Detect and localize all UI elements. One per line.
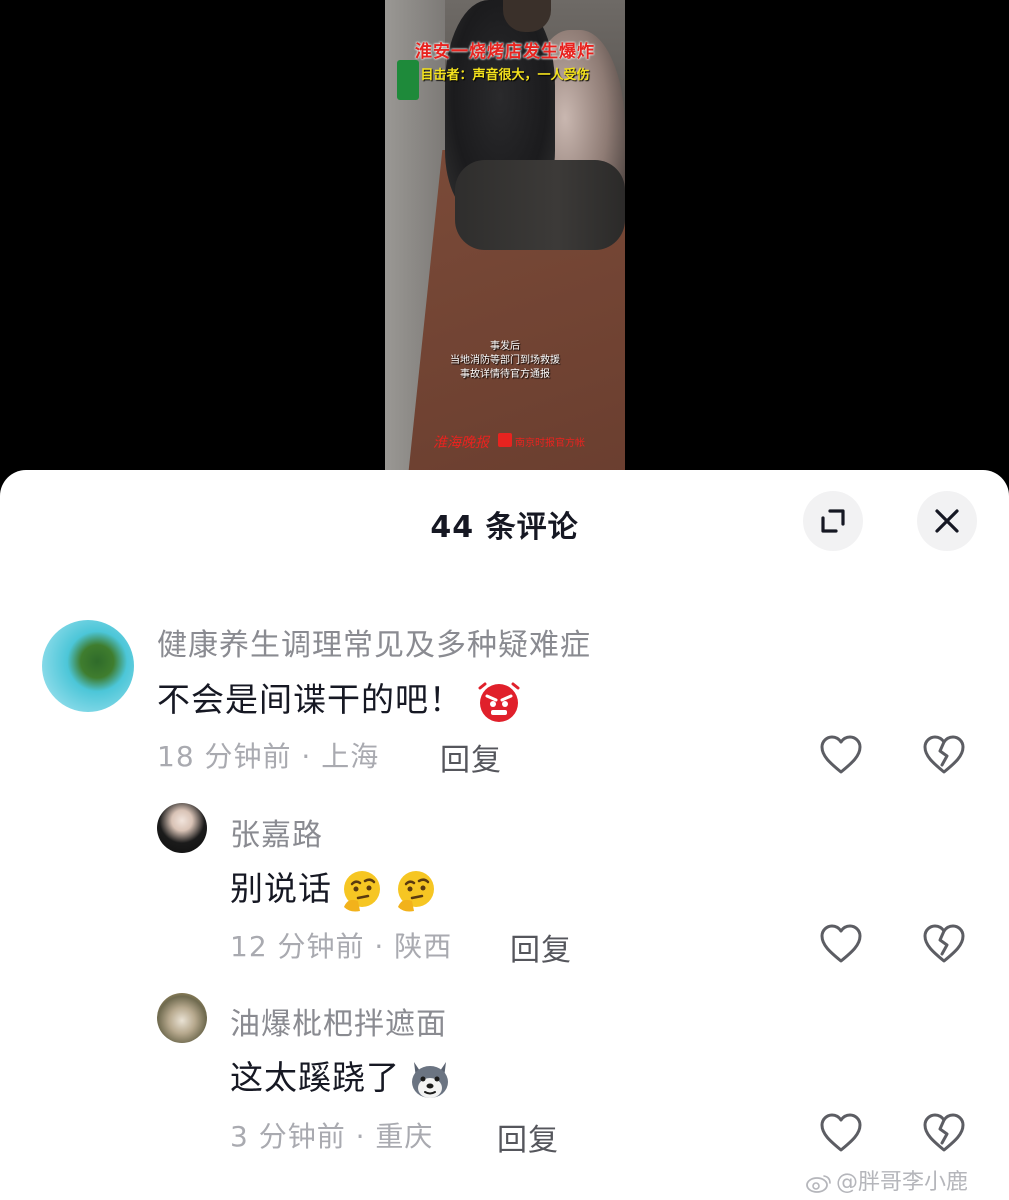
video-frame[interactable]: 淮安一烧烤店发生爆炸 目击者：声音很大，一人受伤 事发后 当地消防等部门到场救援…	[385, 0, 625, 470]
video-watermark-icon	[498, 433, 512, 447]
avatar[interactable]	[157, 803, 207, 853]
avatar[interactable]	[157, 993, 207, 1043]
husky-dog-emoji	[412, 1061, 448, 1098]
broken-heart-icon[interactable]	[921, 1110, 967, 1156]
expand-button[interactable]	[803, 491, 863, 551]
comment-meta: 3 分钟前 · 重庆	[230, 1120, 434, 1153]
comment-text-content: 别说话	[230, 869, 332, 908]
close-icon	[935, 509, 959, 533]
weibo-logo-icon	[806, 1175, 831, 1193]
heart-icon[interactable]	[818, 1110, 864, 1156]
thinking-face-emoji	[398, 870, 434, 911]
video-watermark-text: 南京时报官方帐	[515, 438, 585, 449]
reply-button[interactable]: 回复	[440, 735, 502, 779]
comment-username[interactable]: 健康养生调理常见及多种疑难症	[157, 620, 591, 664]
thinking-face-emoji	[344, 870, 380, 911]
comment-meta: 12 分钟前 · 陕西	[230, 930, 453, 963]
broken-heart-icon[interactable]	[921, 921, 967, 967]
comment-text: 别说话	[230, 862, 440, 915]
comment-meta: 18 分钟前 · 上海	[157, 740, 380, 773]
comment-username[interactable]: 张嘉路	[230, 810, 323, 854]
video-caption-line: 事发后	[490, 341, 520, 352]
video-caption-title: 淮安一烧烤店发生爆炸	[415, 42, 595, 62]
comment-text: 这太蹊跷了	[230, 1051, 454, 1104]
broken-heart-icon[interactable]	[921, 732, 967, 778]
comment-text: 不会是间谍干的吧！	[157, 673, 521, 724]
weibo-watermark-text: @胖哥李小鹿	[836, 1170, 969, 1195]
close-button[interactable]	[917, 491, 977, 551]
video-watermark-logo: 淮海晚报	[433, 435, 489, 451]
weibo-watermark: @胖哥李小鹿	[806, 1164, 968, 1196]
video-caption-bottom: 事发后 当地消防等部门到场救援 事故详情待官方通报	[385, 340, 625, 382]
comment-text-content: 这太蹊跷了	[230, 1058, 400, 1097]
comment-username[interactable]: 油爆枇杷拌遮面	[230, 999, 447, 1043]
video-caption-subtitle: 目击者：声音很大，一人受伤	[420, 68, 590, 83]
reply-button[interactable]: 回复	[497, 1115, 559, 1159]
comment-text-content: 不会是间谍干的吧！	[157, 680, 463, 719]
video-legs	[455, 160, 625, 250]
heart-icon[interactable]	[818, 732, 864, 778]
video-caption-line: 当地消防等部门到场救援	[450, 355, 560, 366]
angry-face-emoji	[478, 682, 520, 722]
video-player[interactable]: 淮安一烧烤店发生爆炸 目击者：声音很大，一人受伤 事发后 当地消防等部门到场救援…	[0, 0, 1009, 470]
comments-sheet: 44 条评论 健康养生调理常见及多种疑难症 不会是间谍干的吧！ 18 分钟前 ·…	[0, 470, 1009, 1200]
heart-icon[interactable]	[818, 921, 864, 967]
expand-icon	[821, 509, 845, 533]
reply-button[interactable]: 回复	[510, 925, 572, 969]
video-caption-line: 事故详情待官方通报	[460, 369, 550, 380]
avatar[interactable]	[42, 620, 134, 712]
